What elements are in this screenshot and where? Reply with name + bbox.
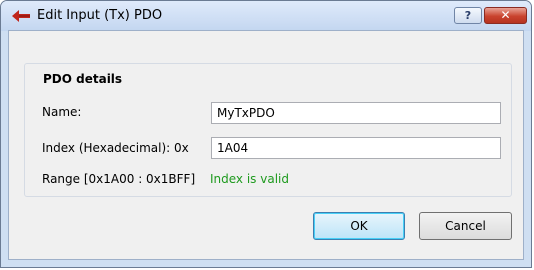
help-button[interactable]: ? xyxy=(454,7,482,24)
group-title: PDO details xyxy=(43,72,123,86)
title-bar[interactable]: Edit Input (Tx) PDO ? ✕ xyxy=(1,1,531,31)
name-label: Name: xyxy=(42,105,82,119)
index-status-text: Index is valid xyxy=(210,172,289,186)
index-label: Index (Hexadecimal): 0x xyxy=(42,141,189,155)
ok-button[interactable]: OK xyxy=(313,212,405,240)
range-label: Range [0x1A00 : 0x1BFF] xyxy=(42,172,196,186)
index-input[interactable] xyxy=(211,137,501,159)
name-input[interactable] xyxy=(211,102,501,124)
arrow-left-icon xyxy=(12,10,30,22)
dialog-title: Edit Input (Tx) PDO xyxy=(37,8,163,23)
close-button[interactable]: ✕ xyxy=(484,7,527,24)
cancel-button[interactable]: Cancel xyxy=(419,212,512,240)
